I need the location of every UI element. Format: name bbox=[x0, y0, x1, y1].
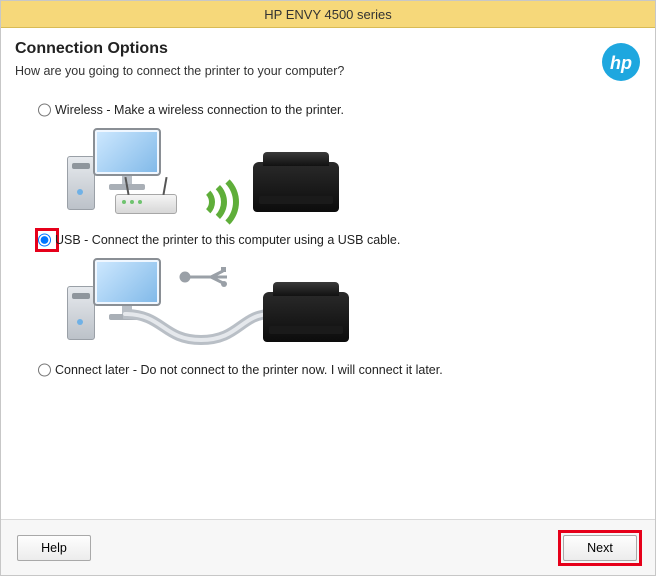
printer-icon bbox=[253, 162, 339, 212]
page-subheading: How are you going to connect the printer… bbox=[15, 64, 344, 78]
illustration-usb bbox=[67, 252, 347, 352]
next-button[interactable]: Next bbox=[563, 535, 637, 561]
option-usb-label: USB - Connect the printer to this comput… bbox=[55, 233, 400, 247]
content-area: Connection Options How are you going to … bbox=[1, 28, 655, 519]
option-connect-later: Connect later - Do not connect to the pr… bbox=[39, 362, 641, 378]
radio-usb[interactable] bbox=[38, 233, 51, 247]
radio-wrap bbox=[39, 362, 55, 378]
radio-wrap-highlighted bbox=[39, 232, 55, 248]
hp-logo: hp bbox=[601, 42, 641, 85]
hp-logo-icon: hp bbox=[601, 42, 641, 82]
router-icon bbox=[115, 194, 177, 214]
header-row: Connection Options How are you going to … bbox=[15, 40, 641, 102]
usb-symbol-icon bbox=[179, 262, 227, 292]
next-button-highlight: Next bbox=[561, 533, 639, 563]
wifi-signal-icon bbox=[183, 172, 243, 232]
footer-bar: Help Next bbox=[1, 519, 655, 575]
usb-cable-icon bbox=[123, 308, 273, 348]
option-later-label: Connect later - Do not connect to the pr… bbox=[55, 363, 443, 377]
option-usb-row[interactable]: USB - Connect the printer to this comput… bbox=[39, 232, 641, 248]
pc-tower-icon bbox=[67, 286, 95, 340]
option-usb: USB - Connect the printer to this comput… bbox=[39, 232, 641, 352]
page-heading: Connection Options bbox=[15, 40, 344, 58]
installer-window: HP ENVY 4500 series Connection Options H… bbox=[0, 0, 656, 576]
title-bar: HP ENVY 4500 series bbox=[1, 1, 655, 28]
option-wireless-label: Wireless - Make a wireless connection to… bbox=[55, 103, 344, 117]
pc-tower-icon bbox=[67, 156, 95, 210]
help-button[interactable]: Help bbox=[17, 535, 91, 561]
radio-connect-later[interactable] bbox=[38, 363, 51, 377]
printer-icon bbox=[263, 292, 349, 342]
radio-wrap bbox=[39, 102, 55, 118]
option-later-row[interactable]: Connect later - Do not connect to the pr… bbox=[39, 362, 641, 378]
options-group: Wireless - Make a wireless connection to… bbox=[15, 102, 641, 386]
svg-text:hp: hp bbox=[610, 53, 632, 73]
option-wireless: Wireless - Make a wireless connection to… bbox=[39, 102, 641, 222]
header-text-block: Connection Options How are you going to … bbox=[15, 40, 344, 102]
option-wireless-row[interactable]: Wireless - Make a wireless connection to… bbox=[39, 102, 641, 118]
illustration-wireless bbox=[67, 122, 347, 222]
radio-wireless[interactable] bbox=[38, 103, 51, 117]
window-title: HP ENVY 4500 series bbox=[264, 7, 391, 22]
